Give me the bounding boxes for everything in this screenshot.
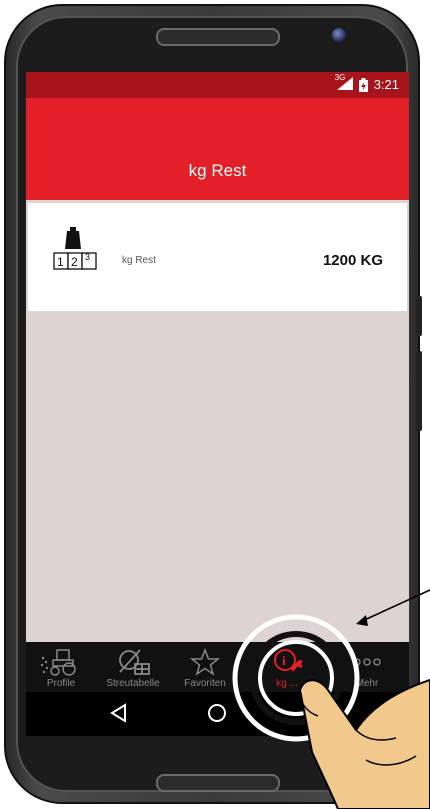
bottom-navigation: Profile Streutabelle Favoriten i kg ... … xyxy=(26,642,409,692)
more-icon xyxy=(353,658,381,666)
front-camera xyxy=(332,28,346,42)
nav-label-kg-rest: kg ... xyxy=(276,678,298,689)
back-icon[interactable] xyxy=(108,702,130,724)
status-bar: 3G 3:21 xyxy=(26,72,409,98)
spreader-table-icon xyxy=(119,649,150,675)
bottom-speaker xyxy=(156,774,280,792)
nav-label-streutabelle: Streutabelle xyxy=(106,678,160,689)
card-value: 1200 KG xyxy=(322,252,383,269)
nav-item-mehr[interactable]: Mehr xyxy=(332,642,402,692)
network-signal-icon: 3G xyxy=(335,73,353,92)
svg-text:i: i xyxy=(282,653,286,668)
tractor-icon xyxy=(40,649,76,676)
volume-rocker xyxy=(416,351,422,431)
nav-item-favoriten[interactable]: Favoriten xyxy=(170,642,240,692)
status-time: 3:21 xyxy=(373,77,399,92)
info-wrench-icon: i xyxy=(274,649,303,672)
battery-icon xyxy=(358,77,368,92)
icon-digit-2: 2 xyxy=(71,255,78,269)
scale-counter-icon: 1 2 3 xyxy=(53,227,97,270)
nav-label-favoriten: Favoriten xyxy=(184,678,226,689)
nav-item-streutabelle[interactable]: Streutabelle xyxy=(98,642,168,692)
page-title: kg Rest xyxy=(188,161,247,180)
star-icon xyxy=(189,648,221,676)
nav-label-profile: Profile xyxy=(46,678,76,689)
home-icon[interactable] xyxy=(206,702,228,724)
network-type: 3G xyxy=(334,73,346,82)
nav-label-mehr: Mehr xyxy=(355,678,379,689)
kg-rest-card[interactable]: 1 2 3 kg Rest 1200 KG xyxy=(28,203,407,311)
icon-digit-1: 1 xyxy=(57,255,64,269)
nav-item-kg-rest[interactable]: i kg ... xyxy=(252,642,322,692)
system-navigation-bar xyxy=(26,692,409,736)
earpiece-speaker xyxy=(156,28,280,46)
recent-apps-icon[interactable] xyxy=(306,702,328,724)
card-label: kg Rest xyxy=(122,255,156,266)
app-bar: kg Rest xyxy=(26,98,409,200)
app-screen: 3G 3:21 kg Rest 1 2 3 kg Rest 1200 KG Pr… xyxy=(26,72,409,736)
icon-digit-3: 3 xyxy=(85,252,90,262)
side-button xyxy=(416,296,422,336)
nav-item-profile[interactable]: Profile xyxy=(26,642,96,692)
